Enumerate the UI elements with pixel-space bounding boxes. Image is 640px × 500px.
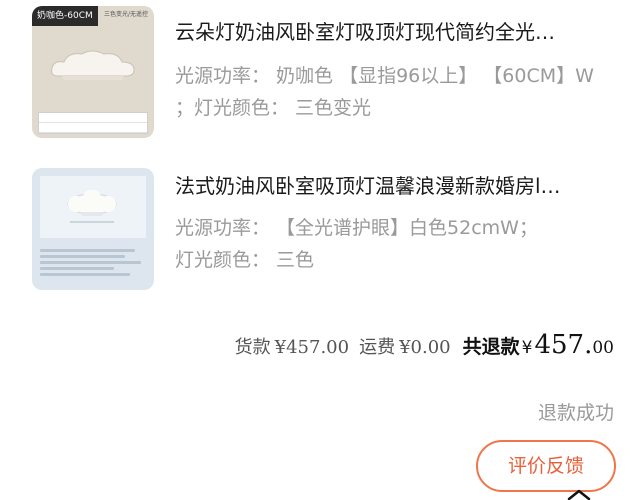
spec-line: 光源功率： 奶咖色 【显指96以上】 【60CM】W [175, 65, 594, 87]
order-item[interactable]: 法式奶油风卧室吸顶灯温馨浪漫新款婚房l… 光源功率： 【全光谱护眼】白色52cm… [0, 160, 640, 300]
spec-table-image [38, 112, 148, 134]
shipping-value: ¥0.00 [399, 337, 451, 358]
spec-line: ；灯光颜色： 三色变光 [175, 97, 372, 119]
refund-label: 共退款 [462, 336, 520, 358]
goods-label: 货款 [234, 337, 271, 358]
product-spec: 光源功率： 奶咖色 【显指96以上】 【60CM】W ；灯光颜色： 三色变光 [175, 60, 635, 124]
thumbnail-tag: 奶咖色-60CM [32, 6, 98, 26]
cloud-lamp-image [51, 50, 135, 80]
product-title[interactable]: 法式奶油风卧室吸顶灯温馨浪漫新款婚房l… [175, 172, 615, 200]
lamp-photo-panel [40, 176, 146, 238]
goods-value: ¥457.00 [274, 337, 350, 358]
chevron-up-icon[interactable] [566, 488, 592, 500]
refund-currency: ¥ [521, 338, 533, 358]
order-item[interactable]: 奶咖色-60CM 三色变光/无遥控 云朵灯奶油风卧室灯吸顶灯现代简约全光… 光源… [0, 0, 640, 150]
thumbnail-note: 三色变光/无遥控 [103, 11, 148, 18]
product-thumbnail[interactable] [32, 168, 154, 290]
product-thumbnail[interactable]: 奶咖色-60CM 三色变光/无遥控 [32, 6, 154, 138]
refund-totals: 货款 ¥457.00 运费 ¥0.00 共退款 ¥ 457. 00 [235, 330, 614, 362]
spec-list-image [40, 246, 146, 286]
review-feedback-button[interactable]: 评价反馈 [476, 440, 616, 492]
product-title[interactable]: 云朵灯奶油风卧室灯吸顶灯现代简约全光… [175, 18, 615, 46]
product-spec: 光源功率： 【全光谱护眼】白色52cmW； 灯光颜色： 三色 [175, 212, 635, 276]
shipping-label: 运费 [359, 337, 396, 358]
spec-line: 灯光颜色： 三色 [175, 249, 315, 271]
refund-amount-decimal: 00 [592, 338, 614, 358]
refund-amount-integer: 457. [534, 330, 593, 360]
cloud-lamp-image [67, 190, 117, 223]
refund-status: 退款成功 [537, 402, 614, 424]
spec-line: 光源功率： 【全光谱护眼】白色52cmW； [175, 217, 538, 239]
